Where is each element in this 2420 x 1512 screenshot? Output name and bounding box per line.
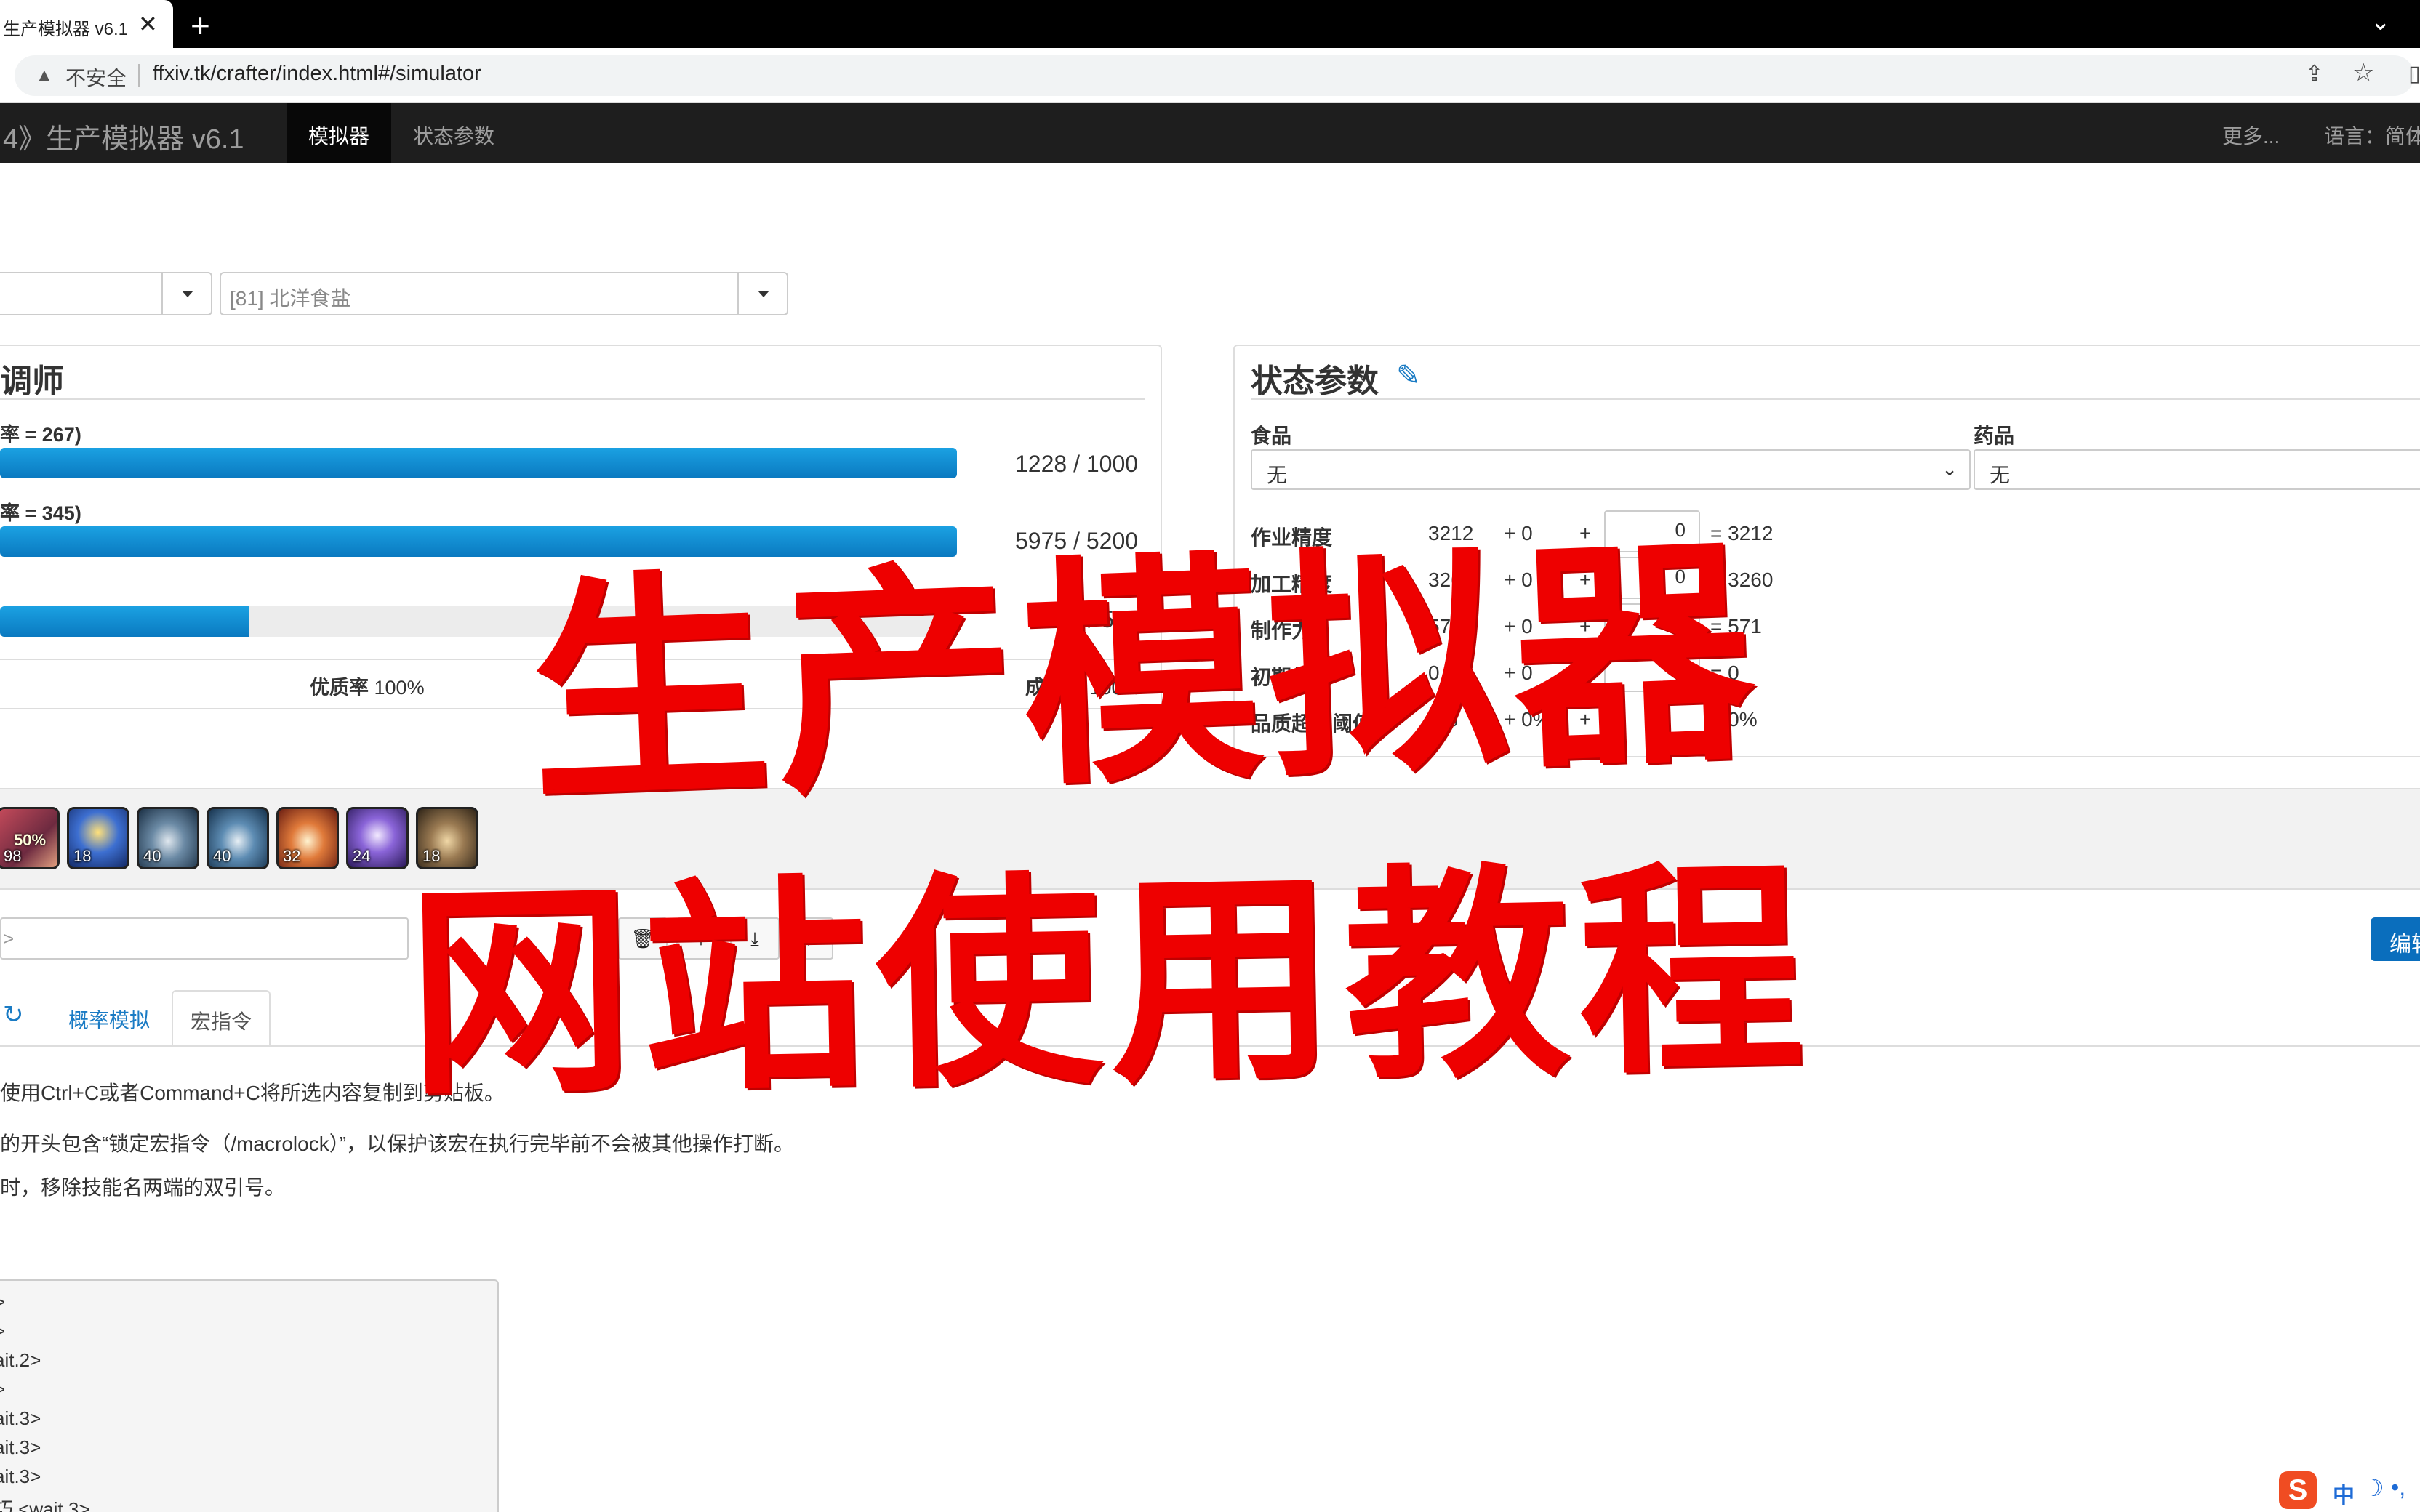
hq-rate-value: 100% bbox=[374, 677, 425, 699]
bookmark-star-icon[interactable]: ☆ bbox=[2352, 58, 2374, 87]
skill-count: 40 bbox=[143, 847, 161, 865]
progress-value: 1228 / 1000 bbox=[1015, 451, 1139, 477]
recipe-select[interactable]: [81] 北洋食盐 bbox=[220, 272, 788, 315]
macro-line: > bbox=[0, 1291, 5, 1314]
tab-macro-label: 宏指令 bbox=[191, 1010, 252, 1033]
ime-language[interactable]: 中 bbox=[2333, 1477, 2355, 1509]
edit-button-label: 编辑 bbox=[2389, 933, 2420, 957]
nav-stats[interactable]: 状态参数 bbox=[413, 121, 494, 150]
browser-tab-title: 生产模拟器 v6.1 bbox=[3, 20, 128, 39]
macro-import-input[interactable]: > bbox=[0, 917, 409, 960]
url-text[interactable]: ffxiv.tk/crafter/index.html#/simulator bbox=[153, 62, 481, 86]
address-bar: ▲ 不安全 ffxiv.tk/crafter/index.html#/simul… bbox=[0, 48, 2420, 103]
security-indicator[interactable]: 不安全 bbox=[65, 63, 127, 92]
divider bbox=[138, 64, 140, 87]
help-text: 时，移除技能名两端的双引号。 bbox=[0, 1176, 286, 1199]
food-label: 食品 bbox=[1251, 425, 1292, 447]
divider bbox=[0, 398, 1145, 400]
progress-label: 率 = 267) bbox=[0, 424, 81, 446]
skill-count: 32 bbox=[283, 847, 301, 865]
veneration-icon[interactable]: 18 bbox=[67, 807, 129, 869]
craft-panel-title: 调师 bbox=[0, 363, 64, 399]
manipulation-icon[interactable]: 50% 98 bbox=[0, 807, 60, 869]
macro-line: ait.2> bbox=[0, 1349, 41, 1371]
progress-bar-fill bbox=[0, 448, 957, 478]
skill-count: 24 bbox=[353, 847, 371, 865]
share-icon[interactable]: ⇪ bbox=[2305, 61, 2323, 87]
overlay-title-line2: 网站使用教程 bbox=[405, 840, 1815, 1127]
close-icon[interactable]: ✕ bbox=[138, 10, 158, 38]
punctuation-icon[interactable]: •, bbox=[2391, 1474, 2405, 1501]
hq-rate: 优质率 100% bbox=[310, 672, 425, 700]
macro-line: ait.3> bbox=[0, 1407, 41, 1429]
hq-rate-label: 优质率 bbox=[310, 677, 369, 699]
skill-count: 98 bbox=[4, 847, 22, 865]
macro-line: > bbox=[0, 1320, 5, 1343]
stats-panel-title: 状态参数 bbox=[1251, 363, 1379, 399]
progress-bar bbox=[0, 448, 957, 478]
chevron-down-icon[interactable] bbox=[161, 273, 211, 314]
medicine-select-value: 无 bbox=[1990, 464, 2011, 486]
basic-synthesis-icon[interactable]: 40 bbox=[137, 807, 199, 869]
tab-search-icon[interactable]: ⌄ bbox=[2371, 7, 2392, 36]
durability-bar-fill bbox=[0, 606, 249, 637]
side-panel-icon[interactable]: ▯ bbox=[2408, 61, 2420, 87]
careful-synthesis-icon[interactable]: 40 bbox=[207, 807, 269, 869]
skill-count: 40 bbox=[213, 847, 231, 865]
macro-line: ait.3> bbox=[0, 1465, 41, 1487]
sogou-logo-icon: S bbox=[2279, 1471, 2317, 1509]
skill-count: 18 bbox=[73, 847, 92, 865]
chevron-down-icon[interactable] bbox=[737, 273, 787, 314]
refresh-icon[interactable]: ↻ bbox=[3, 1000, 24, 1029]
macro-line: ait.3> bbox=[0, 1436, 41, 1458]
medicine-select[interactable]: 无 bbox=[1974, 449, 2420, 490]
recipe-select-value: [81] 北洋食盐 bbox=[230, 287, 351, 310]
edit-button[interactable]: 编辑 bbox=[2371, 917, 2420, 961]
class-select[interactable] bbox=[0, 272, 212, 315]
chevron-down-icon: ⌄ bbox=[1942, 458, 1958, 480]
tab-probability[interactable]: 概率模拟 bbox=[68, 1005, 150, 1034]
overlay-title-line1: 生产模拟器 bbox=[525, 513, 1764, 836]
quality-label: 率 = 345) bbox=[0, 502, 81, 524]
ime-toolbar[interactable]: S 中 ☽ •, bbox=[2275, 1467, 2420, 1512]
groundwork-icon[interactable]: 32 bbox=[276, 807, 339, 869]
macro-import-placeholder: > bbox=[3, 928, 15, 949]
browser-tab[interactable]: 生产模拟器 v6.1 ✕ bbox=[0, 0, 173, 48]
medicine-label: 药品 bbox=[1974, 425, 2015, 447]
macro-textbox[interactable]: > > ait.2> > ait.3> ait.3> ait.3> 巧 <wai… bbox=[0, 1279, 499, 1512]
moon-icon[interactable]: ☽ bbox=[2363, 1474, 2384, 1502]
warning-icon[interactable]: ▲ bbox=[35, 64, 54, 87]
macro-line: > bbox=[0, 1378, 5, 1401]
app-brand[interactable]: 4》生产模拟器 v6.1 bbox=[3, 116, 244, 156]
nav-simulator[interactable]: 模拟器 bbox=[308, 121, 369, 150]
nav-more[interactable]: 更多... bbox=[2222, 121, 2280, 150]
tab-macro[interactable]: 宏指令 bbox=[172, 990, 271, 1047]
macro-line: 巧 <wait.3> bbox=[0, 1498, 90, 1512]
edit-icon[interactable]: ✎ bbox=[1396, 359, 1421, 393]
new-tab-icon[interactable]: + bbox=[191, 6, 210, 45]
browser-tabstrip: 生产模拟器 v6.1 ✕ + ⌄ bbox=[0, 0, 2420, 48]
divider bbox=[1251, 398, 2420, 400]
innovation-icon[interactable]: 24 bbox=[346, 807, 409, 869]
nav-language[interactable]: 语言：简体 bbox=[2324, 121, 2420, 150]
app-navbar: 4》生产模拟器 v6.1 模拟器 状态参数 更多... 语言：简体 bbox=[0, 103, 2420, 163]
